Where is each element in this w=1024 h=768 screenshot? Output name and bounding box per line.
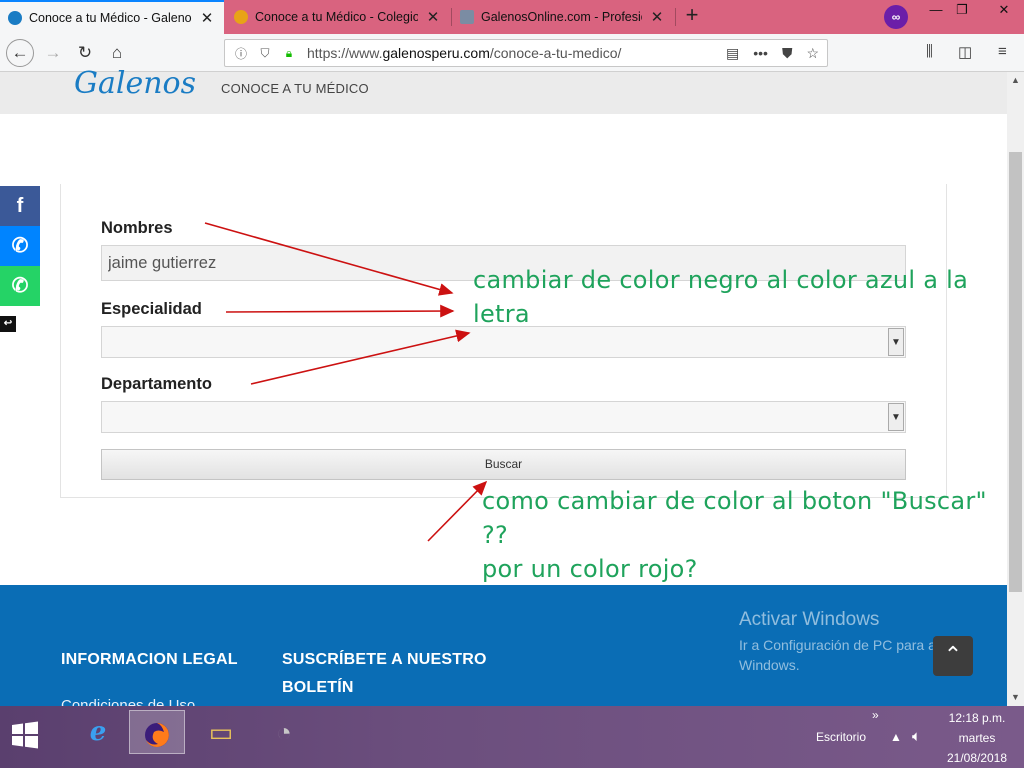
tab-galenos[interactable]: Conoce a tu Médico - Galenos ✕ xyxy=(0,0,224,34)
close-window-icon[interactable]: ✕ xyxy=(984,0,1024,22)
tab-colegio-medico[interactable]: Conoce a tu Médico - Colegio M ✕ xyxy=(226,0,450,34)
internet-explorer-icon[interactable]: e xyxy=(70,710,126,754)
firefox-icon[interactable] xyxy=(129,710,185,754)
browser-tab-strip: Conoce a tu Médico - Galenos ✕ Conoce a … xyxy=(0,0,1024,34)
library-icon[interactable]: ⫼ xyxy=(926,43,933,60)
system-clock[interactable]: 12:18 p.m. martes 21/08/2018 xyxy=(940,708,1014,768)
escritorio-label[interactable]: Escritorio xyxy=(816,730,866,744)
clock-date: 21/08/2018 xyxy=(946,751,1008,765)
main-content: Nombres Especialidad ▼ Departamento ▼ Bu… xyxy=(0,114,1007,585)
scroll-up-arrow-icon[interactable]: ▲ xyxy=(1007,72,1024,89)
departamento-select[interactable]: ▼ xyxy=(101,401,906,433)
url-path: /conoce-a-tu-medico/ xyxy=(489,45,622,61)
clock-time: 12:18 p.m. xyxy=(948,711,1006,725)
clock-day: martes xyxy=(958,731,996,745)
tab-title: Conoce a tu Médico - Galenos xyxy=(29,11,192,25)
menu-hamburger-icon[interactable]: ≡ xyxy=(998,43,1007,60)
tracking-shield-icon[interactable]: ⛉ xyxy=(257,46,273,61)
tray-expand-icon[interactable]: » xyxy=(872,708,879,722)
close-tab-icon[interactable]: ✕ xyxy=(198,9,216,27)
footer-newsletter-line: BOLETÍN xyxy=(282,679,354,696)
annotation-line: como cambiar de color al boton "Buscar" xyxy=(482,487,987,515)
file-explorer-icon[interactable]: ▭ xyxy=(193,710,249,754)
annotation-note-1: cambiar de color negro al color azul a l… xyxy=(473,263,968,331)
pocket-icon[interactable]: ⛊ xyxy=(782,45,793,62)
departamento-label: Departamento xyxy=(101,375,212,393)
annotation-note-2: como cambiar de color al boton "Buscar" … xyxy=(482,484,987,586)
site-footer: INFORMACION LEGAL SUSCRÍBETE A NUESTRO B… xyxy=(0,585,1007,706)
annotation-line: por un color rojo? xyxy=(482,555,698,583)
tab-galenosonline[interactable]: GalenosOnline.com - Profesion ✕ xyxy=(452,0,674,34)
scrollbar-thumb[interactable] xyxy=(1009,152,1022,592)
annotation-line: letra xyxy=(473,300,530,328)
close-tab-icon[interactable]: ✕ xyxy=(424,8,442,26)
annotation-line: cambiar de color negro al color azul a l… xyxy=(473,266,969,294)
tab-title: GalenosOnline.com - Profesion xyxy=(481,10,642,24)
reload-icon[interactable]: ↻ xyxy=(72,40,98,66)
tab-separator xyxy=(675,8,676,26)
especialidad-label: Especialidad xyxy=(101,300,202,318)
buscar-button[interactable]: Buscar xyxy=(101,449,906,480)
site-header: Galenos CONOCE A TU MÉDICO xyxy=(0,66,1007,114)
sidebar-icon[interactable]: ◫ xyxy=(958,43,972,61)
footer-newsletter-heading: SUSCRÍBETE A NUESTRO BOLETÍN xyxy=(282,646,487,702)
reader-view-icon[interactable]: ▤ xyxy=(726,45,739,62)
chevron-down-icon[interactable]: ▼ xyxy=(888,328,904,356)
close-tab-icon[interactable]: ✕ xyxy=(648,8,666,26)
home-icon[interactable]: ⌂ xyxy=(104,40,130,66)
url-host: galenosperu.com xyxy=(382,45,490,61)
windows-start-icon[interactable] xyxy=(10,720,40,750)
footer-legal-heading: INFORMACION LEGAL xyxy=(61,651,238,668)
restore-icon[interactable]: ❐ xyxy=(945,0,979,22)
whatsapp-share-icon[interactable]: ✆ xyxy=(0,266,40,306)
url-prefix: https://www. xyxy=(307,45,383,61)
back-arrow-icon[interactable]: ← xyxy=(6,39,34,67)
volume-icon[interactable]: 🔈︎ xyxy=(912,728,921,745)
windows-taskbar: e ▭ ◔ » Escritorio ▲ 🔈︎ 12:18 p.m. marte… xyxy=(0,706,1024,768)
activate-windows-title: Activar Windows xyxy=(739,609,880,630)
page-scrollbar[interactable]: ▲ ▼ xyxy=(1007,72,1024,706)
scroll-down-arrow-icon[interactable]: ▼ xyxy=(1007,689,1024,706)
url-bar[interactable]: ⓘ ⛉ 🔒︎ https://www.galenosperu.com/conoc… xyxy=(224,39,828,67)
page-subtitle: CONOCE A TU MÉDICO xyxy=(221,81,369,96)
forward-arrow-icon[interactable]: → xyxy=(40,40,66,66)
new-tab-plus-icon[interactable]: + xyxy=(680,4,704,28)
footer-link-condiciones[interactable]: Condiciones de Uso xyxy=(61,697,195,706)
tab-title: Conoce a tu Médico - Colegio M xyxy=(255,10,418,24)
lock-icon[interactable]: 🔒︎ xyxy=(281,46,297,61)
galenos-logo[interactable]: Galenos xyxy=(74,66,196,101)
bookmark-star-icon[interactable]: ☆ xyxy=(806,45,819,62)
footer-newsletter-line: SUSCRÍBETE A NUESTRO xyxy=(282,651,487,668)
url-text[interactable]: https://www.galenosperu.com/conoce-a-tu-… xyxy=(307,45,726,61)
galenos-favicon-icon xyxy=(8,11,22,25)
colegio-favicon-icon xyxy=(234,10,248,24)
info-icon[interactable]: ⓘ xyxy=(233,45,249,62)
nombres-label: Nombres xyxy=(101,219,173,237)
chevron-down-icon[interactable]: ▼ xyxy=(888,403,904,431)
messenger-share-icon[interactable]: ✆ xyxy=(0,226,40,266)
app-loader-icon[interactable]: ◔ xyxy=(256,710,312,754)
firefox-logo-icon xyxy=(145,723,169,748)
private-browsing-mask-icon: ∞ xyxy=(884,5,908,29)
tray-show-hidden-icon[interactable]: ▲ xyxy=(890,730,902,744)
page-actions-icon[interactable]: ••• xyxy=(753,45,768,62)
annotation-line: ?? xyxy=(482,521,509,549)
facebook-share-icon[interactable]: f xyxy=(0,186,40,226)
collapse-share-icon[interactable]: ↩ xyxy=(0,316,16,332)
scroll-to-top-chevron-icon[interactable]: ⌃ xyxy=(933,636,973,676)
galenosonline-favicon-icon xyxy=(460,10,474,24)
